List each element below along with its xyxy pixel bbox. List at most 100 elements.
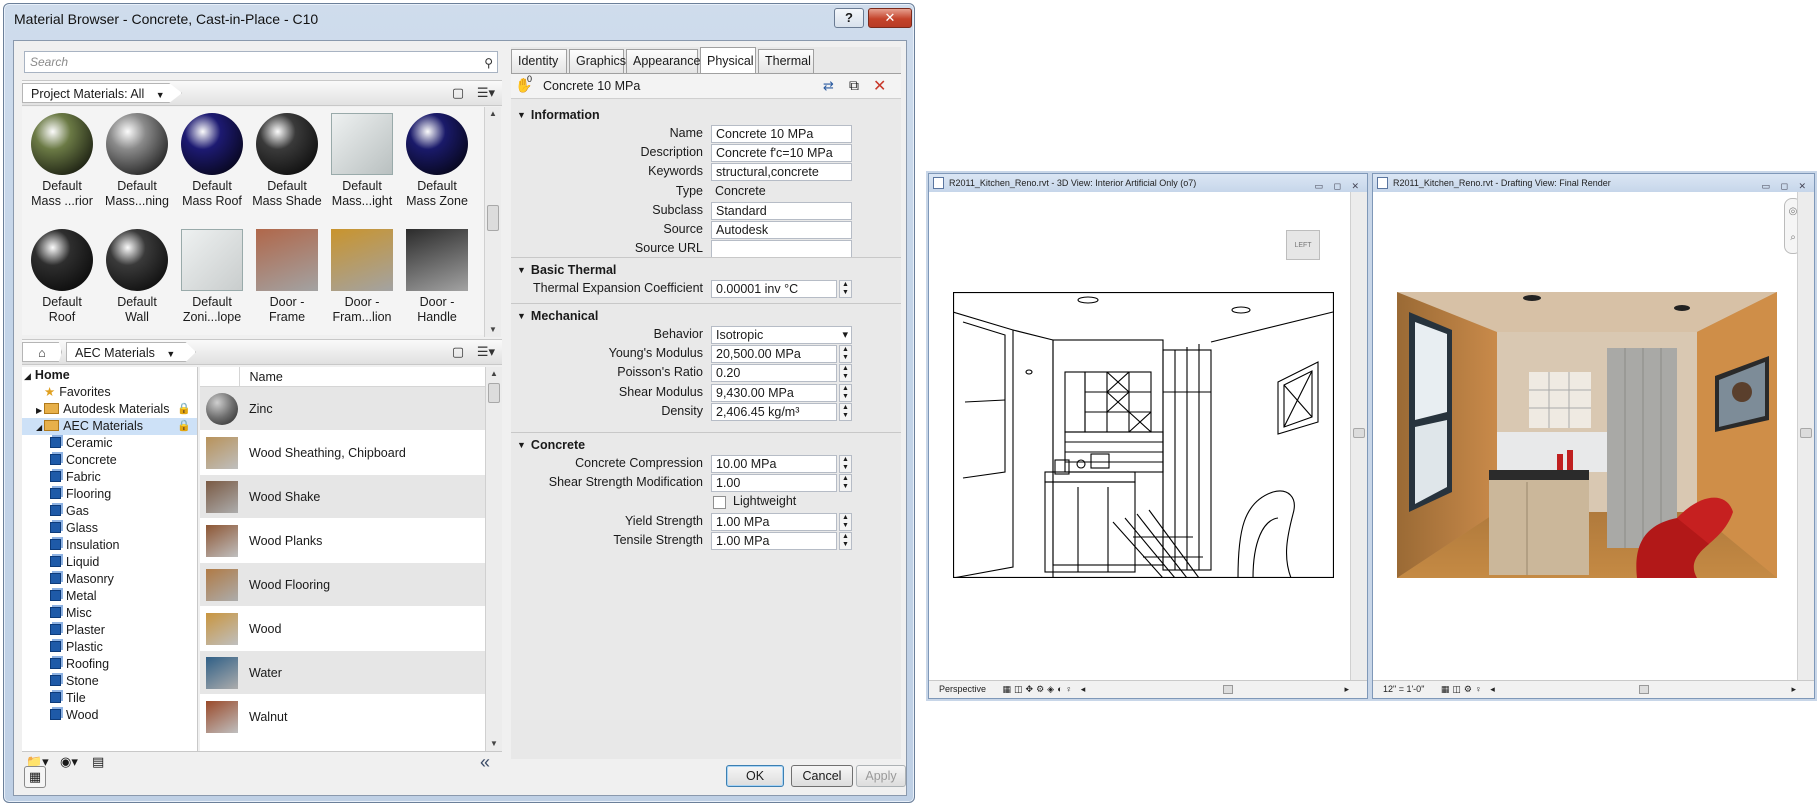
property-field[interactable]: Concrete 10 MPa	[711, 125, 852, 143]
scroll-right-icon[interactable]: ▸	[1344, 681, 1349, 698]
tree-item[interactable]: ◢ Home	[22, 367, 197, 384]
tab-appearance[interactable]: Appearance	[626, 49, 700, 73]
spinner-icon[interactable]: ▲ ▼	[839, 474, 852, 493]
material-list-scrollbar[interactable]: ▲ ▼	[485, 367, 502, 751]
view-controls-icons[interactable]: ▦◫⚙♀ ◂	[1441, 684, 1498, 694]
view-window-render[interactable]: R2011_Kitchen_Reno.rvt - Drafting View: …	[1372, 173, 1815, 699]
material-swatch[interactable]: Default Mass ...rior	[24, 113, 100, 209]
property-field[interactable]: 20,500.00 MPa	[711, 345, 837, 364]
scroll-thumb[interactable]	[1800, 428, 1812, 438]
material-swatch[interactable]: Door - Frame	[249, 229, 325, 325]
spinner-icon[interactable]: ▲ ▼	[839, 280, 852, 298]
material-swatch[interactable]: Default Wall	[99, 229, 175, 325]
tree-item[interactable]: Masonry	[22, 571, 197, 588]
tree-item[interactable]: Roofing	[22, 656, 197, 673]
list-item[interactable]: Wood Shake	[200, 475, 485, 519]
view-scrollbar[interactable]	[1350, 192, 1367, 682]
scroll-down-icon[interactable]: ▼	[486, 737, 502, 751]
material-swatch[interactable]: Default Zoni...lope	[174, 229, 250, 325]
property-field[interactable]: Autodesk	[711, 221, 852, 239]
collapse-triangle-icon[interactable]: ▼	[517, 265, 526, 275]
tree-item[interactable]: Ceramic	[22, 435, 197, 452]
toggle-editor-icon[interactable]: ▦	[24, 766, 46, 788]
tree-item[interactable]: Flooring	[22, 486, 197, 503]
property-field[interactable]: 1.00 MPa	[711, 512, 837, 531]
remove-asset-icon[interactable]: ✕	[873, 76, 886, 96]
material-swatch[interactable]: Default Mass...ning	[99, 113, 175, 209]
material-swatch[interactable]: Default Mass Zone	[399, 113, 475, 209]
list-item[interactable]: Wood	[200, 607, 485, 651]
section-header-mechanical[interactable]: ▼ Mechanical	[517, 309, 598, 323]
ok-button[interactable]: OK	[726, 765, 784, 787]
scroll-thumb[interactable]	[488, 383, 500, 403]
collapse-triangle-icon[interactable]: ▼	[517, 440, 526, 450]
scroll-up-icon[interactable]: ▲	[485, 107, 501, 121]
tab-thermal[interactable]: Thermal	[758, 49, 814, 73]
material-swatch[interactable]: Default Mass Roof	[174, 113, 250, 209]
tree-item[interactable]: Insulation	[22, 537, 197, 554]
tree-item[interactable]: ★ Favorites	[22, 384, 197, 401]
property-field[interactable]	[711, 240, 852, 259]
tab-identity[interactable]: Identity	[511, 49, 567, 73]
home-icon[interactable]: ⌂	[22, 342, 62, 362]
spinner-icon[interactable]: ▲ ▼	[839, 531, 852, 550]
duplicate-asset-icon[interactable]: ⧉	[849, 77, 859, 94]
property-field[interactable]: 0.20	[711, 364, 837, 383]
view-scrollbar[interactable]	[1797, 192, 1814, 682]
property-field[interactable]: structural,concrete	[711, 163, 852, 182]
property-field[interactable]: 9,430.00 MPa	[711, 383, 837, 402]
tree-item[interactable]: Fabric	[22, 469, 197, 486]
swatch-scrollbar[interactable]: ▲ ▼	[484, 107, 501, 337]
scroll-thumb[interactable]	[1353, 428, 1365, 438]
material-swatch[interactable]: Default Roof	[24, 229, 100, 325]
tree-item[interactable]: Plastic	[22, 639, 197, 656]
property-field[interactable]: Standard	[711, 201, 852, 220]
expander-icon[interactable]: ◢	[24, 371, 31, 381]
spinner-icon[interactable]: ▲ ▼	[839, 383, 852, 402]
section-header-basic-thermal[interactable]: ▼ Basic Thermal	[517, 263, 616, 277]
tree-item[interactable]: Tile	[22, 690, 197, 707]
search-icon[interactable]: ⚲	[484, 53, 493, 73]
list-view-options-icon[interactable]: ☰▾	[472, 85, 500, 101]
open-asset-browser-icon[interactable]: ▤	[92, 754, 104, 770]
expander-icon[interactable]: ◢	[36, 423, 42, 432]
horizontal-scroll-thumb[interactable]	[1639, 685, 1649, 694]
property-field[interactable]: 10.00 MPa	[711, 455, 837, 473]
lightweight-checkbox[interactable]	[713, 496, 726, 510]
tree-item[interactable]: Concrete	[22, 452, 197, 469]
spinner-icon[interactable]: ▲ ▼	[839, 345, 852, 364]
section-header-information[interactable]: ▼ Information	[517, 108, 600, 122]
property-field[interactable]: 1.00 MPa	[711, 531, 837, 550]
tree-item[interactable]: ◢ AEC Materials 🔒	[22, 418, 197, 435]
property-field[interactable]: 2,406.45 kg/m³	[711, 402, 837, 421]
material-swatch[interactable]: Door - Handle	[399, 229, 475, 325]
tree-item[interactable]: Plaster	[22, 622, 197, 639]
list-item[interactable]: Wood Sheathing, Chipboard	[200, 431, 485, 475]
replace-asset-icon[interactable]: ⇄	[823, 78, 834, 94]
view-window-3d[interactable]: R2011_Kitchen_Reno.rvt - 3D View: Interi…	[928, 173, 1368, 699]
project-materials-filter[interactable]: Project Materials: All ▼	[22, 83, 182, 103]
material-swatch[interactable]: Default Mass Shade	[249, 113, 325, 209]
tree-item[interactable]: Glass	[22, 520, 197, 537]
create-material-icon[interactable]: ◉▾	[60, 754, 78, 770]
tree-item[interactable]: ▶ Autodesk Materials 🔒	[22, 401, 197, 418]
tree-item[interactable]: Gas	[22, 503, 197, 520]
spinner-icon[interactable]: ▲ ▼	[839, 402, 852, 421]
property-field[interactable]: 0.00001 inv °C	[711, 280, 837, 298]
help-button[interactable]: ?	[834, 8, 864, 28]
name-column-header[interactable]: Name	[243, 370, 282, 384]
expander-icon[interactable]: ▶	[36, 406, 42, 415]
collapse-panel-icon[interactable]: «	[480, 752, 490, 773]
search-input[interactable]: Search ⚲	[24, 51, 498, 73]
collapse-triangle-icon[interactable]: ▼	[517, 110, 526, 120]
material-swatch[interactable]: Door - Fram...lion	[324, 229, 400, 325]
view-cube[interactable]: LEFT	[1286, 230, 1320, 260]
tree-item[interactable]: Stone	[22, 673, 197, 690]
scroll-right-icon[interactable]: ▸	[1791, 681, 1796, 698]
panel-view-icon[interactable]: ▢	[450, 85, 466, 101]
tree-item[interactable]: Misc	[22, 605, 197, 622]
list-item[interactable]: Zinc	[200, 387, 485, 431]
scroll-down-icon[interactable]: ▼	[485, 323, 501, 337]
material-swatch[interactable]: Default Mass...ight	[324, 113, 400, 209]
close-button[interactable]: ✕	[868, 8, 912, 28]
